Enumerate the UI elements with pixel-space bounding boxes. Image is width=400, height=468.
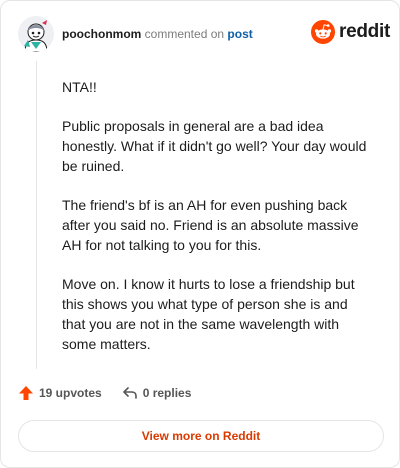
comment-paragraph: Move on. I know it hurts to lose a frien… — [62, 276, 355, 352]
comment-paragraph: Public proposals in general are a bad id… — [62, 118, 367, 174]
comment-actions: 19 upvotes 0 replies — [18, 385, 191, 401]
commented-on-text: commented on — [144, 27, 225, 41]
comment-header: poochonmom commented on post — [62, 26, 253, 42]
reddit-snoo-icon — [311, 20, 335, 44]
view-more-button[interactable]: View more on Reddit — [18, 420, 384, 452]
username-link[interactable]: poochonmom — [62, 27, 141, 41]
replies-button[interactable]: 0 replies — [122, 385, 192, 401]
comment-body: NTA!! Public proposals in general are a … — [62, 77, 372, 373]
reply-arrow-icon — [122, 387, 137, 399]
upvote-arrow-icon — [19, 386, 33, 400]
post-link[interactable]: post — [227, 27, 252, 41]
comment-paragraph: The friend's bf is an AH for even pushin… — [62, 197, 359, 253]
upvote-count: 19 upvotes — [39, 386, 102, 400]
reply-count: 0 replies — [142, 386, 192, 400]
upvote-button[interactable]: 19 upvotes — [18, 385, 102, 401]
thread-line — [36, 61, 37, 369]
reddit-logo[interactable]: reddit — [311, 20, 390, 44]
reddit-wordmark: reddit — [339, 21, 390, 42]
comment-paragraph: NTA!! — [62, 79, 97, 95]
embedded-comment-card: poochonmom commented on post reddit NTA!… — [0, 0, 400, 468]
avatar[interactable] — [18, 16, 54, 52]
snoo-avatar-icon — [18, 16, 54, 52]
